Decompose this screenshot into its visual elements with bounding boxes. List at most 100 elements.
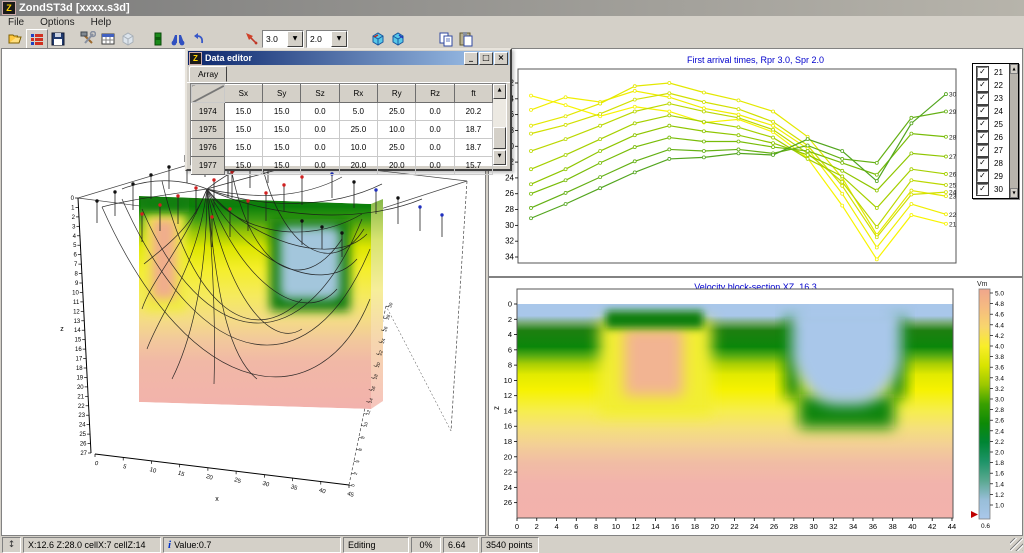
- grid-scrollbar[interactable]: ▲ ▼: [493, 84, 506, 165]
- table-cell[interactable]: 0.0: [301, 157, 339, 175]
- legend-scroll-down-icon[interactable]: ▼: [1010, 188, 1018, 198]
- svg-text:20: 20: [504, 452, 512, 461]
- table-row: 197615.015.00.010.025.00.018.7: [192, 139, 493, 157]
- legend-label: 22: [994, 81, 1003, 90]
- svg-text:0: 0: [515, 522, 519, 531]
- row-header[interactable]: 1974: [192, 103, 225, 121]
- rpr-combo[interactable]: 3.0 ▼: [262, 30, 304, 48]
- dialog-close-button[interactable]: ×: [494, 52, 508, 65]
- paste-button[interactable]: [456, 30, 476, 48]
- legend-checkbox[interactable]: ✓: [977, 132, 988, 143]
- legend-checkbox[interactable]: ✓: [977, 171, 988, 182]
- data-table[interactable]: SxSySzRxRyRzft197415.015.00.05.025.00.02…: [191, 84, 493, 175]
- table-calculator-button[interactable]: [98, 30, 118, 48]
- table-cell[interactable]: 15.0: [224, 103, 262, 121]
- legend-scrollbar[interactable]: ▲ ▼: [1009, 64, 1018, 198]
- model-cube-button[interactable]: [118, 30, 138, 48]
- tools-button[interactable]: [78, 30, 98, 48]
- table-cell[interactable]: 15.0: [263, 121, 301, 139]
- legend-label: 21: [994, 68, 1003, 77]
- row-header[interactable]: 1976: [192, 139, 225, 157]
- svg-text:x: x: [215, 496, 219, 503]
- velocity-section-chart[interactable]: 0246810121416182022242628303234363840424…: [489, 278, 1022, 535]
- table-cell[interactable]: 0.0: [301, 121, 339, 139]
- legend-checkbox[interactable]: ✓: [977, 158, 988, 169]
- table-cell[interactable]: 15.0: [224, 139, 262, 157]
- grid-scroll-thumb[interactable]: [493, 127, 506, 149]
- save-floppy-icon: [50, 31, 66, 47]
- table-cell[interactable]: 15.0: [224, 157, 262, 175]
- svg-text:8: 8: [75, 272, 79, 278]
- menu-help[interactable]: Help: [83, 17, 120, 28]
- arrival-times-chart[interactable]: 1214161820222426283032342122232425262728…: [489, 49, 1022, 276]
- open-file-button[interactable]: [6, 30, 26, 48]
- resize-grip[interactable]: [1010, 538, 1023, 551]
- table-cell[interactable]: 25.0: [378, 103, 416, 121]
- table-cell[interactable]: 15.0: [224, 121, 262, 139]
- table-cell[interactable]: 0.0: [301, 103, 339, 121]
- legend-checkbox[interactable]: ✓: [977, 67, 988, 78]
- data-editor-button[interactable]: [26, 29, 48, 49]
- dialog-icon: Z: [189, 52, 202, 65]
- spr-combo[interactable]: 2.0 ▼: [306, 30, 348, 48]
- table-cell[interactable]: 25.0: [339, 121, 377, 139]
- colorbar-value-marker[interactable]: [971, 511, 978, 518]
- table-cell[interactable]: 25.0: [378, 139, 416, 157]
- spr-combo-dropdown[interactable]: ▼: [331, 31, 347, 47]
- legend-checkbox[interactable]: ✓: [977, 145, 988, 156]
- save-button[interactable]: [48, 30, 68, 48]
- table-cell[interactable]: 10.0: [339, 139, 377, 157]
- legend-scroll-up-icon[interactable]: ▲: [1010, 64, 1018, 74]
- ray-marker-button[interactable]: [242, 30, 262, 48]
- table-cell[interactable]: 0.0: [416, 139, 454, 157]
- column-header-Sy[interactable]: Sy: [263, 85, 301, 103]
- legend-checkbox[interactable]: ✓: [977, 119, 988, 130]
- cube-view-2-button[interactable]: [388, 30, 408, 48]
- svg-text:25: 25: [949, 183, 957, 190]
- table-cell[interactable]: 0.0: [301, 139, 339, 157]
- legend-checkbox[interactable]: ✓: [977, 184, 988, 195]
- tab-array[interactable]: Array: [189, 66, 227, 82]
- log-column-button[interactable]: [148, 30, 168, 48]
- table-cell[interactable]: 20.0: [378, 157, 416, 175]
- search-button[interactable]: [168, 30, 188, 48]
- menu-file[interactable]: File: [0, 17, 32, 28]
- table-cell[interactable]: 15.0: [263, 139, 301, 157]
- row-header[interactable]: 1975: [192, 121, 225, 139]
- cube-view-1-button[interactable]: [368, 30, 388, 48]
- row-header[interactable]: 1977: [192, 157, 225, 175]
- table-cell[interactable]: 20.2: [454, 103, 492, 121]
- table-cell[interactable]: 10.0: [378, 121, 416, 139]
- legend-checkbox[interactable]: ✓: [977, 106, 988, 117]
- table-cell[interactable]: 0.0: [416, 121, 454, 139]
- column-header-Sz[interactable]: Sz: [301, 85, 339, 103]
- table-cell[interactable]: 20.0: [339, 157, 377, 175]
- dialog-titlebar[interactable]: Z Data editor _ □ ×: [188, 51, 509, 65]
- table-cell[interactable]: 18.7: [454, 139, 492, 157]
- table-cell[interactable]: 15.0: [263, 103, 301, 121]
- undo-button[interactable]: [188, 30, 208, 48]
- table-cell[interactable]: 15.7: [454, 157, 492, 175]
- copy-button[interactable]: [436, 30, 456, 48]
- window-titlebar[interactable]: Z ZondST3d [xxxx.s3d]: [0, 0, 1024, 16]
- table-cell[interactable]: 15.0: [263, 157, 301, 175]
- table-cell[interactable]: 18.7: [454, 121, 492, 139]
- grid-scroll-up-icon[interactable]: ▲: [493, 84, 506, 99]
- table-cell[interactable]: 5.0: [339, 103, 377, 121]
- column-header-Rx[interactable]: Rx: [339, 85, 377, 103]
- table-cell[interactable]: 0.0: [416, 157, 454, 175]
- legend-checkbox[interactable]: ✓: [977, 80, 988, 91]
- dialog-minimize-button[interactable]: _: [464, 52, 478, 65]
- rpr-combo-dropdown[interactable]: ▼: [287, 31, 303, 47]
- legend-checkbox[interactable]: ✓: [977, 93, 988, 104]
- legend-item: ✓23: [973, 92, 1009, 105]
- menu-options[interactable]: Options: [32, 17, 82, 28]
- column-header-Rz[interactable]: Rz: [416, 85, 454, 103]
- table-cell[interactable]: 0.0: [416, 103, 454, 121]
- column-header-ft[interactable]: ft: [454, 85, 492, 103]
- application-window: Z ZondST3d [xxxx.s3d] File Options Help: [0, 0, 1024, 553]
- grid-scroll-down-icon[interactable]: ▼: [493, 150, 506, 165]
- dialog-maximize-button[interactable]: □: [479, 52, 493, 65]
- column-header-Sx[interactable]: Sx: [224, 85, 262, 103]
- column-header-Ry[interactable]: Ry: [378, 85, 416, 103]
